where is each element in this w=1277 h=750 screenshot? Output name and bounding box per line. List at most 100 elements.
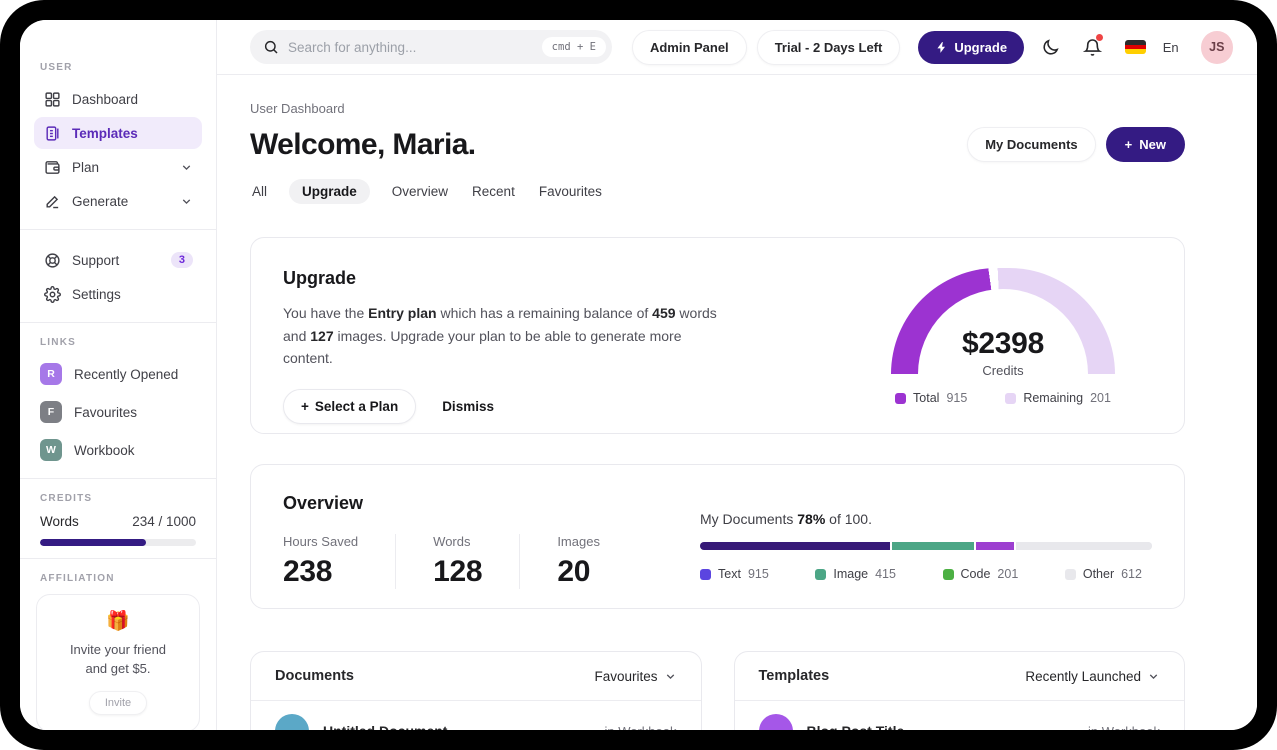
tab-bar: All Upgrade Overview Recent Favourites <box>250 179 1185 204</box>
app-window: USER Dashboard Templates Plan Generate S… <box>20 20 1257 730</box>
upgrade-button[interactable]: Upgrade <box>918 30 1025 64</box>
documents-progress-section: My Documents 78% of 100. Text 915 Image … <box>700 493 1152 582</box>
template-avatar <box>758 714 793 730</box>
plus-icon: + <box>1124 137 1133 152</box>
sidebar-item-plan[interactable]: Plan <box>34 151 202 183</box>
bar-segment-code <box>975 542 1017 550</box>
dark-mode-toggle[interactable] <box>1036 32 1065 62</box>
chevron-down-icon <box>180 195 193 208</box>
stat-hours-saved: Hours Saved 238 <box>283 534 359 588</box>
upgrade-card: Upgrade You have the Entry plan which ha… <box>250 237 1185 434</box>
gift-icon: 🎁 <box>106 611 130 632</box>
tab-all[interactable]: All <box>250 179 269 204</box>
wallet-icon <box>43 158 61 176</box>
upgrade-card-body: You have the Entry plan which has a rema… <box>283 305 717 367</box>
lifebuoy-icon <box>43 251 61 269</box>
legend-swatch <box>815 568 827 580</box>
upgrade-card-title: Upgrade <box>283 268 357 288</box>
divider <box>20 322 216 323</box>
tab-overview[interactable]: Overview <box>390 179 450 204</box>
sidebar-link-label: Recently Opened <box>74 366 179 382</box>
documents-filter-dropdown[interactable]: Favourites <box>594 669 676 684</box>
search-shortcut-hint: cmd + E <box>541 37 606 57</box>
sidebar-link-recently-opened[interactable]: R Recently Opened <box>34 358 202 390</box>
notifications-button[interactable] <box>1078 32 1107 62</box>
affiliation-message: Invite your friend and get $5. <box>69 642 167 676</box>
new-button-label: New <box>1139 137 1166 152</box>
divider <box>20 478 216 479</box>
select-plan-label: Select a Plan <box>314 399 399 415</box>
gear-icon <box>43 285 61 303</box>
credits-words-value: 234 / 1000 <box>132 514 196 529</box>
sidebar-section-links: LINKS <box>40 337 76 348</box>
page-title: Welcome, Maria. <box>250 127 476 161</box>
sidebar-item-dashboard[interactable]: Dashboard <box>34 83 202 115</box>
dismiss-button[interactable]: Dismiss <box>442 399 494 414</box>
legend-swatch <box>942 568 954 580</box>
new-button[interactable]: + New <box>1105 127 1185 162</box>
link-letter-badge: R <box>40 363 62 385</box>
chevron-down-icon <box>180 161 193 174</box>
legend-swatch <box>1005 392 1017 404</box>
gauge-caption: Credits <box>982 363 1024 378</box>
sidebar: USER Dashboard Templates Plan Generate S… <box>20 20 217 730</box>
legend-swatch <box>700 568 711 580</box>
select-plan-button[interactable]: + Select a Plan <box>283 389 417 425</box>
sidebar-item-templates[interactable]: Templates <box>34 117 202 149</box>
templates-icon <box>43 124 61 142</box>
search-input[interactable] <box>288 39 533 55</box>
topbar: cmd + E Admin Panel Trial - 2 Days Left … <box>217 20 1257 75</box>
admin-panel-button[interactable]: Admin Panel <box>631 29 747 65</box>
tab-upgrade[interactable]: Upgrade <box>289 179 370 204</box>
divider <box>20 229 216 230</box>
moon-icon <box>1043 38 1059 55</box>
sidebar-item-generate[interactable]: Generate <box>34 185 202 217</box>
templates-card: Templates Recently Launched Blog Post Ti… <box>733 651 1185 730</box>
sidebar-section-credits: CREDITS <box>40 493 93 504</box>
language-label[interactable]: En <box>1163 40 1179 55</box>
invite-button[interactable]: Invite <box>88 690 148 715</box>
template-list-item[interactable]: Blog Post Title in Workbook <box>735 701 1185 730</box>
overview-card-title: Overview <box>283 493 364 513</box>
credits-progress-fill <box>40 539 147 546</box>
link-letter-badge: F <box>40 401 62 423</box>
legend-swatch <box>1064 568 1076 580</box>
bar-segment-image <box>892 542 976 550</box>
credits-progress-bar <box>40 539 196 546</box>
germany-flag-icon[interactable] <box>1125 40 1146 54</box>
tab-favourites[interactable]: Favourites <box>537 179 604 204</box>
lightning-bolt-icon <box>937 41 946 53</box>
credits-words-label: Words <box>40 514 79 529</box>
grid-icon <box>43 90 61 108</box>
bar-segment-other <box>1016 542 1152 550</box>
support-count-badge: 3 <box>170 252 193 268</box>
documents-progress-title: My Documents 78% of 100. <box>700 511 872 527</box>
my-documents-button[interactable]: My Documents <box>967 127 1096 162</box>
sidebar-item-label: Settings <box>72 286 121 302</box>
document-list-item[interactable]: Untitled Document in Workbook <box>251 701 701 730</box>
gauge-value: $2398 <box>962 327 1044 360</box>
link-letter-badge: W <box>40 439 62 461</box>
bar-segment-text <box>700 542 893 550</box>
bar-legend-image: Image 415 <box>815 567 896 581</box>
tab-recent[interactable]: Recent <box>470 179 517 204</box>
sidebar-section-affiliation: AFFILIATION <box>40 573 115 584</box>
gauge-legend-total: Total 915 <box>895 391 967 405</box>
overview-card: Overview Hours Saved 238 Words 128 Image… <box>250 464 1185 609</box>
documents-card-title: Documents <box>275 668 354 684</box>
bar-legend-code: Code 201 <box>942 567 1018 581</box>
sidebar-item-support[interactable]: Support 3 <box>34 244 202 276</box>
sidebar-link-label: Favourites <box>74 404 138 420</box>
sidebar-link-workbook[interactable]: W Workbook <box>34 434 202 466</box>
bar-legend-text: Text 915 <box>700 567 769 581</box>
trial-days-left-button[interactable]: Trial - 2 Days Left <box>756 29 901 65</box>
templates-filter-dropdown[interactable]: Recently Launched <box>1025 669 1160 684</box>
sidebar-link-label: Workbook <box>74 442 135 458</box>
search-box[interactable]: cmd + E <box>250 30 612 64</box>
credits-gauge-chart: $2398 Credits Total 915 Remaining 201 <box>878 268 1128 405</box>
device-frame: USER Dashboard Templates Plan Generate S… <box>0 0 1277 750</box>
legend-swatch <box>895 392 907 404</box>
sidebar-item-settings[interactable]: Settings <box>34 278 202 310</box>
user-avatar[interactable]: JS <box>1200 30 1234 64</box>
sidebar-link-favourites[interactable]: F Favourites <box>34 396 202 428</box>
